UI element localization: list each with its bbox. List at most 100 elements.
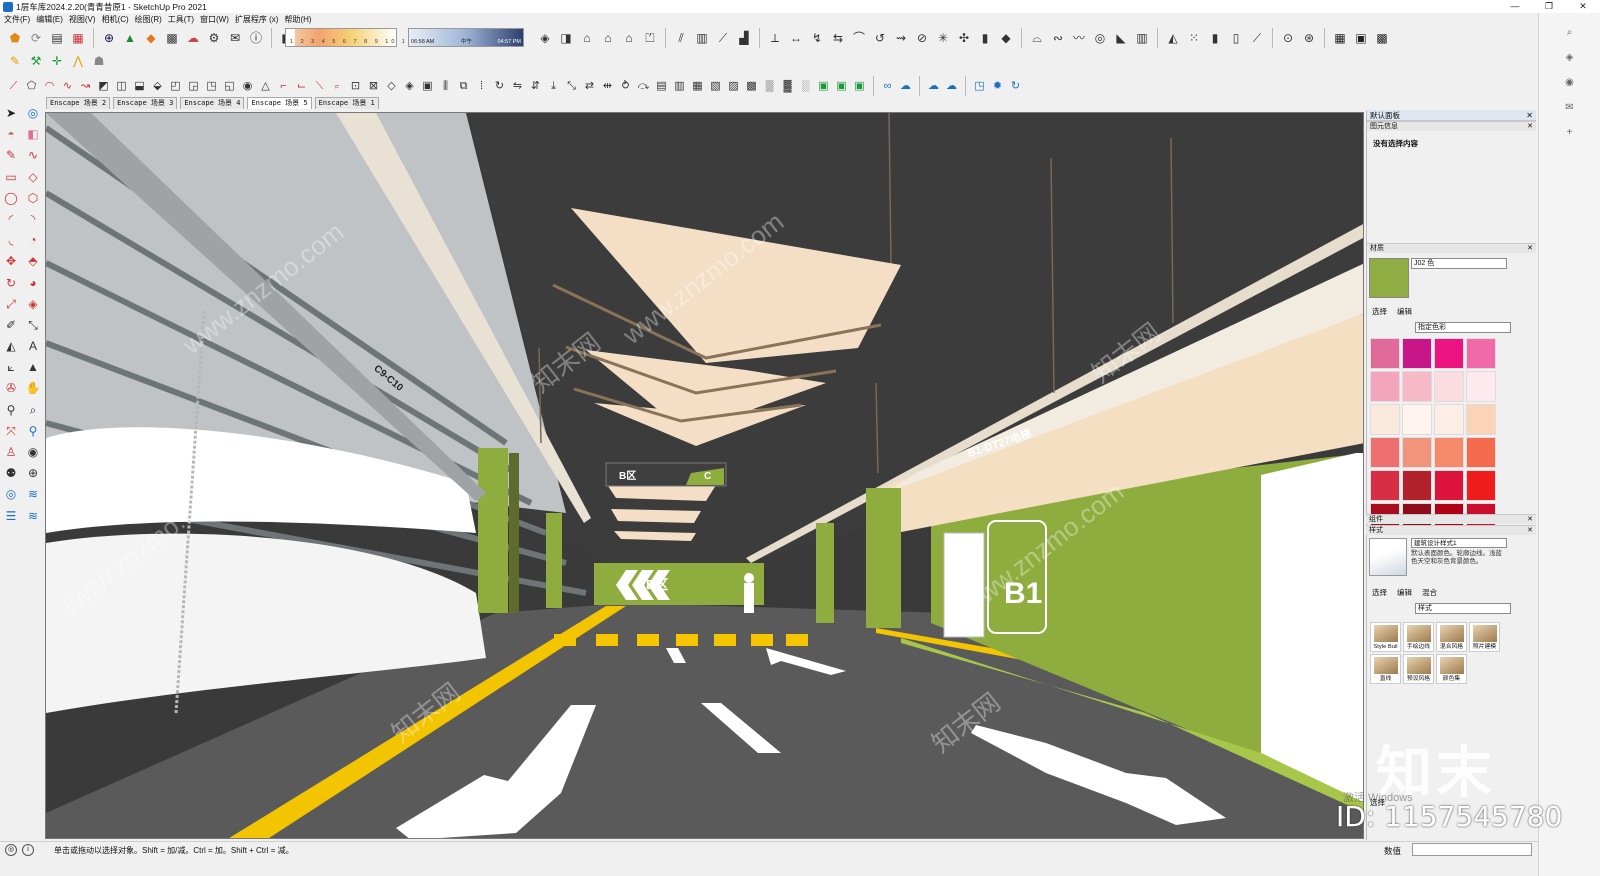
side-mail-icon[interactable]: ✉ [1539,102,1600,113]
plugin-r-icon[interactable]: ▥ [1133,29,1151,47]
material-swatch[interactable] [1466,338,1496,369]
menu-camera[interactable]: 相机(C) [102,14,129,25]
plugin-b-icon[interactable]: ↔ [787,29,805,47]
style-collection-dropdown[interactable]: 样式 [1415,603,1511,614]
section-display-icon[interactable]: ◎ [2,485,20,503]
hatch-d-icon[interactable]: ▧ [708,79,723,94]
enscape-settings-icon[interactable]: ✹ [990,79,1005,94]
panel-close-icon[interactable]: ✕ [1527,515,1533,525]
outliner-icon[interactable]: ≋ [24,507,42,525]
tab-material-select[interactable]: 选择 [1372,306,1387,317]
window-icon[interactable]: ◳ [972,79,987,94]
plugin-j-icon[interactable]: ✣ [955,29,973,47]
zoom-icon[interactable]: ⚲ [2,401,20,419]
text-tool-icon[interactable]: A [24,337,42,355]
material-swatch[interactable] [1466,437,1496,468]
hatch-h-icon[interactable]: ▓ [780,79,795,94]
top-view-icon[interactable]: ◨ [557,29,575,47]
walk-icon[interactable]: ☗ [90,52,108,70]
cloud-d-icon[interactable]: ☁ [944,79,959,94]
cloud-upload-icon[interactable]: ☁ [184,29,202,47]
mirror-icon[interactable]: ⇋ [510,79,525,94]
cone-icon[interactable]: △ [258,79,273,94]
measure-icon[interactable]: ⋀ [69,52,87,70]
material-swatch[interactable] [1370,338,1400,369]
side-search-icon[interactable]: ⌕ [1539,27,1600,38]
offset-tool-icon[interactable]: ◈ [24,295,42,313]
maximize-button[interactable]: ❐ [1532,0,1566,13]
tab-scene-4[interactable]: Enscape 场景 4 [180,97,245,109]
split-icon[interactable]: ⟍ [312,79,327,94]
fillet-icon[interactable]: ◰ [168,79,183,94]
protractor-icon[interactable]: ◭ [2,337,20,355]
fence-icon[interactable]: ⫼ [438,79,453,94]
push-pull-icon[interactable]: ⬘ [24,252,42,270]
lasso-icon[interactable]: ◎ [24,104,42,122]
rotate-copy-icon[interactable]: ↻ [492,79,507,94]
material-swatch[interactable] [1402,470,1432,501]
style-item[interactable]: 照片建模 [1469,622,1500,652]
bar-chart-icon[interactable]: ▟ [735,29,753,47]
weld-icon[interactable]: ⊡ [348,79,363,94]
hatch-a-icon[interactable]: ▤ [654,79,669,94]
arc-icon[interactable]: ◠ [42,79,57,94]
info-status-icon[interactable]: i [22,844,34,856]
scale-tool-icon[interactable]: ⤢ [2,295,20,313]
plugin-o-icon[interactable]: 〰 [1070,29,1088,47]
hatch-g-icon[interactable]: ▒ [762,79,777,94]
plugin-q-icon[interactable]: ◣ [1112,29,1130,47]
axes-icon[interactable]: ⟀ [2,358,20,376]
dimension-icon[interactable]: ⤡ [24,316,42,334]
plugin-y-icon[interactable]: ⊛ [1300,29,1318,47]
move-tool-icon[interactable]: ✥ [2,252,20,270]
material-swatch[interactable] [1466,470,1496,501]
material-swatch[interactable] [1434,437,1464,468]
pin-icon[interactable]: ✎ [6,52,24,70]
panel-close-icon[interactable]: ✕ [1527,244,1533,254]
plugin-k-icon[interactable]: ▮ [976,29,994,47]
style-name-field[interactable]: 建筑设计样式1 [1411,538,1507,548]
enscape-start-icon[interactable]: ▣ [816,79,831,94]
iso-view-icon[interactable]: ◈ [536,29,554,47]
paint-bucket-icon[interactable]: ◓ [2,125,20,143]
plugin-p-icon[interactable]: ◎ [1091,29,1109,47]
material-swatch[interactable] [1434,338,1464,369]
paint-roller-icon[interactable]: ⚒ [27,52,45,70]
tray-close-icon[interactable]: ✕ [1526,110,1533,121]
current-style-thumbnail[interactable] [1369,538,1407,576]
plugin-c-icon[interactable]: ↯ [808,29,826,47]
plugin-v-icon[interactable]: ▯ [1227,29,1245,47]
plugin-x-icon[interactable]: ⊙ [1279,29,1297,47]
material-name-field[interactable]: J02 色 [1411,258,1507,269]
left-view-icon[interactable]: ⏍ [641,29,659,47]
plugin-w-icon[interactable]: ⟋ [1248,29,1266,47]
offset-icon[interactable]: ⬠ [24,79,39,94]
subdivide-icon[interactable]: ▣ [420,79,435,94]
extrude-icon[interactable]: ◫ [114,79,129,94]
hatch-b-icon[interactable]: ▥ [672,79,687,94]
measurements-box[interactable] [1412,843,1532,856]
twist-icon[interactable]: ⥁ [618,79,633,94]
plugin-a-icon[interactable]: ⟂ [766,29,784,47]
printer-icon[interactable]: ▤ [48,29,66,47]
back-view-icon[interactable]: ⌂ [620,29,638,47]
warehouse-tree-icon[interactable]: ▲ [121,29,139,47]
grid-icon[interactable]: ▩ [1373,29,1391,47]
box-icon[interactable]: ◩ [96,79,111,94]
getting-started-icon[interactable]: ⬟ [6,29,24,47]
align-icon[interactable]: ⇵ [528,79,543,94]
soften-icon[interactable]: ◇ [384,79,399,94]
tab-style-edit[interactable]: 编辑 [1397,587,1412,598]
freehand-icon[interactable]: ∿ [24,146,42,164]
tape-measure-icon[interactable]: ✐ [2,316,20,334]
panel-close-icon[interactable]: ✕ [1527,122,1533,132]
curve-icon[interactable]: ∿ [60,79,75,94]
menu-file[interactable]: 文件(F) [4,14,30,25]
menu-view[interactable]: 视图(V) [69,14,96,25]
minimize-button[interactable]: — [1498,0,1532,13]
smooth-icon[interactable]: ◈ [402,79,417,94]
look-around-icon[interactable]: ◉ [24,443,42,461]
pencil-icon[interactable]: ✎ [2,146,20,164]
cloud-a-icon[interactable]: ∞ [880,79,895,94]
close-button[interactable]: ✕ [1566,0,1600,13]
